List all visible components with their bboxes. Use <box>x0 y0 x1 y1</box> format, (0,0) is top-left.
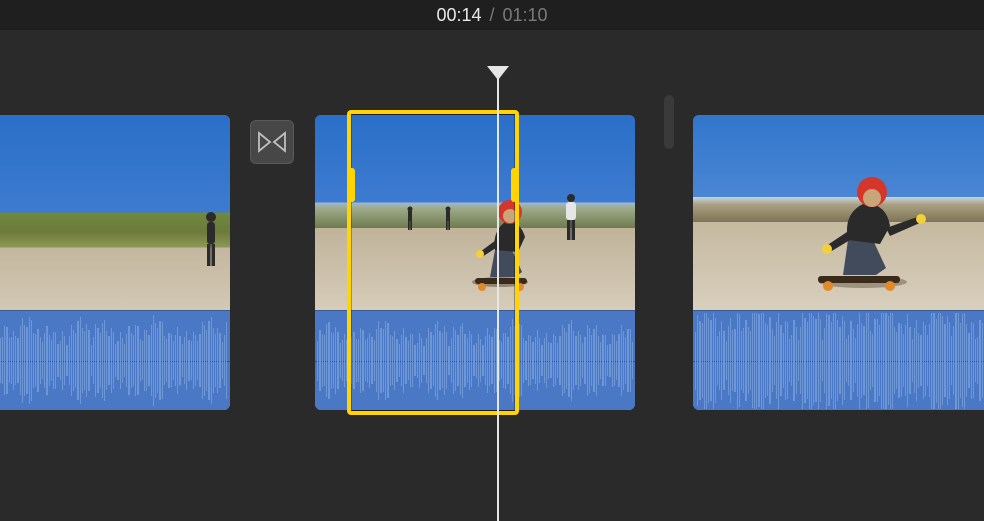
clip-audio-waveform[interactable] <box>693 310 984 410</box>
clip-video-thumbnail <box>0 115 230 310</box>
total-duration: 01:10 <box>503 5 548 26</box>
clip-video-thumbnail <box>693 115 984 310</box>
figure-standing <box>200 210 222 275</box>
edit-point-indicator[interactable] <box>664 95 674 149</box>
timeline-clip[interactable] <box>315 115 635 410</box>
figure-standing <box>560 193 582 248</box>
timeline-strip[interactable] <box>0 115 984 410</box>
waveform-bars <box>693 311 984 410</box>
cross-dissolve-icon <box>257 131 287 153</box>
figure-skater-crouch <box>470 192 560 292</box>
waveform-bars <box>0 311 230 410</box>
figure-skater-crouch <box>808 172 938 292</box>
clip-video-thumbnail <box>315 115 635 310</box>
current-timecode: 00:14 <box>436 5 481 26</box>
timecode-display: 00:14 / 01:10 <box>436 5 547 26</box>
waveform-bars <box>315 311 635 410</box>
timeline-clip[interactable] <box>693 115 984 410</box>
clip-audio-waveform[interactable] <box>0 310 230 410</box>
clip-audio-waveform[interactable] <box>315 310 635 410</box>
timeline-clip[interactable] <box>0 115 230 410</box>
timecode-bar: 00:14 / 01:10 <box>0 0 984 30</box>
timecode-separator: / <box>489 5 494 26</box>
figure-distant <box>405 206 415 232</box>
figure-distant <box>443 206 453 232</box>
transition-well[interactable] <box>250 120 294 164</box>
